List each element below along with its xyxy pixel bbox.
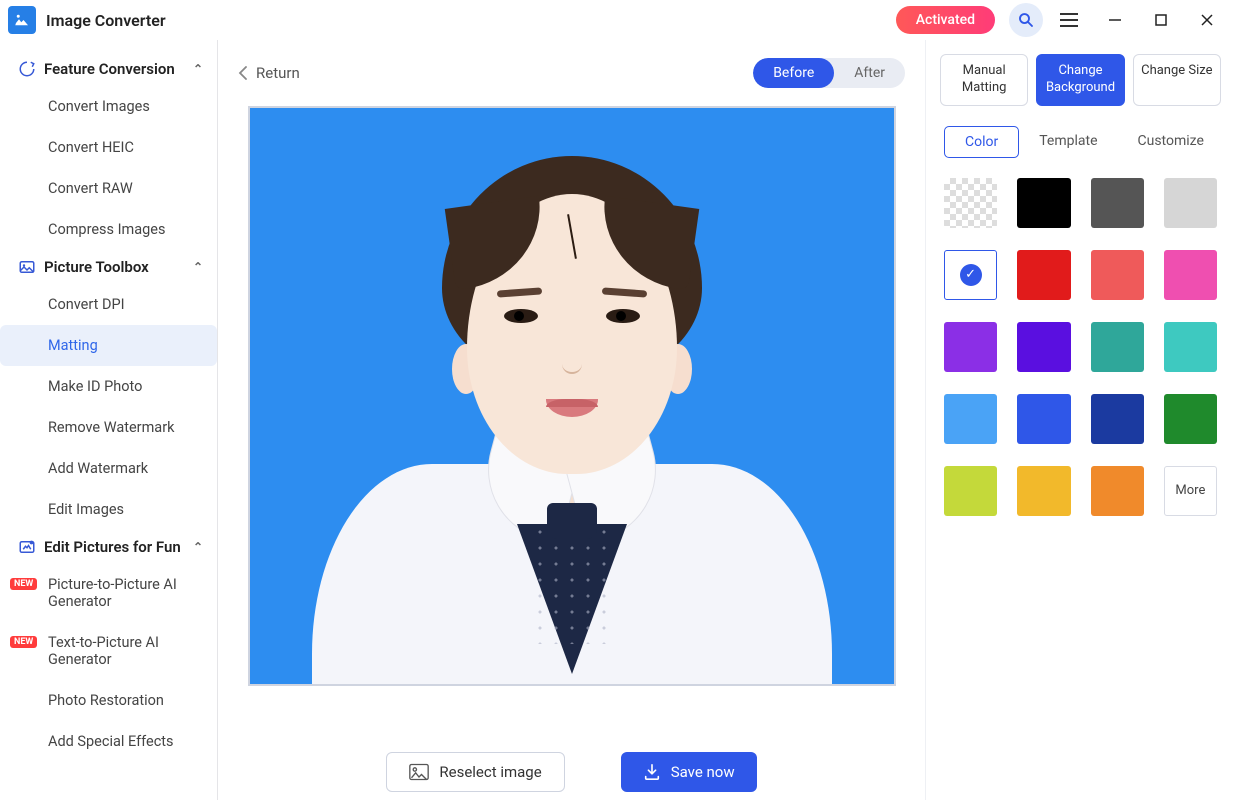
color-swatch[interactable]: [1091, 250, 1144, 300]
section-title: Feature Conversion: [44, 60, 175, 78]
sidebar-item[interactable]: Convert Images: [0, 86, 217, 127]
toggle-before[interactable]: Before: [753, 58, 834, 88]
sidebar-item[interactable]: Compress Images: [0, 209, 217, 250]
sidebar-item[interactable]: Convert HEIC: [0, 127, 217, 168]
color-swatch[interactable]: [1017, 394, 1070, 444]
close-icon[interactable]: [1187, 0, 1227, 40]
color-swatch[interactable]: [944, 394, 997, 444]
check-icon: ✓: [960, 264, 982, 286]
new-badge: NEW: [10, 578, 37, 590]
section-header[interactable]: Feature Conversion ⌃: [0, 52, 217, 86]
sidebar-item-label: Compress Images: [48, 221, 165, 238]
sidebar-item[interactable]: Add Watermark: [0, 448, 217, 489]
sidebar-item-label: Convert DPI: [48, 296, 125, 313]
activated-badge: Activated: [896, 6, 995, 34]
maximize-icon[interactable]: [1141, 0, 1181, 40]
color-swatch[interactable]: [1164, 322, 1217, 372]
section-icon: [18, 60, 36, 78]
section-header[interactable]: Edit Pictures for Fun ⌃: [0, 530, 217, 564]
sidebar-item[interactable]: NEW Text-to-Picture AI Generator: [0, 622, 217, 680]
sidebar-item-label: Edit Images: [48, 501, 124, 518]
sidebar-item-label: Remove Watermark: [48, 419, 174, 436]
color-swatch[interactable]: [1164, 178, 1217, 228]
new-badge: NEW: [10, 636, 37, 648]
chevron-up-icon: ⌃: [193, 62, 203, 76]
color-swatch[interactable]: [1091, 466, 1144, 516]
panel-tab[interactable]: Template: [1019, 126, 1117, 158]
color-swatch[interactable]: [1164, 394, 1217, 444]
panel-action-button[interactable]: Manual Matting: [940, 54, 1028, 106]
color-swatch[interactable]: [1091, 322, 1144, 372]
sidebar-item-label: Text-to-Picture AI Generator: [48, 634, 159, 668]
color-swatch[interactable]: [1017, 322, 1070, 372]
reselect-image-button[interactable]: Reselect image: [386, 752, 564, 792]
sidebar-item-label: Convert HEIC: [48, 139, 134, 156]
sidebar-item[interactable]: Remove Watermark: [0, 407, 217, 448]
return-label: Return: [256, 64, 300, 82]
app-title: Image Converter: [46, 11, 166, 30]
sidebar-item[interactable]: Make ID Photo: [0, 366, 217, 407]
sidebar-item[interactable]: Convert DPI: [0, 284, 217, 325]
panel-tab[interactable]: Customize: [1118, 126, 1224, 158]
minimize-icon[interactable]: [1095, 0, 1135, 40]
panel-action-button[interactable]: Change Background: [1036, 54, 1124, 106]
sidebar-item-label: Add Special Effects: [48, 733, 174, 750]
color-swatch[interactable]: [944, 322, 997, 372]
color-swatch[interactable]: [1091, 178, 1144, 228]
sidebar-item-label: Convert Images: [48, 98, 150, 115]
sidebar-item[interactable]: Edit Images: [0, 489, 217, 530]
section-icon: [18, 538, 36, 556]
sidebar-item[interactable]: Photo Restoration: [0, 680, 217, 721]
sidebar-item[interactable]: Convert RAW: [0, 168, 217, 209]
section-header[interactable]: Picture Toolbox ⌃: [0, 250, 217, 284]
chevron-up-icon: ⌃: [193, 260, 203, 274]
menu-icon[interactable]: [1049, 0, 1089, 40]
sidebar-item-label: Photo Restoration: [48, 692, 164, 709]
titlebar: Image Converter Activated: [0, 0, 1235, 40]
sidebar-item-label: Make ID Photo: [48, 378, 142, 395]
chevron-up-icon: ⌃: [193, 540, 203, 554]
sidebar-item[interactable]: Matting: [0, 325, 217, 366]
sidebar-item-label: Add Watermark: [48, 460, 148, 477]
chevron-left-icon: [238, 66, 248, 80]
color-swatch[interactable]: ✓: [944, 250, 997, 300]
sidebar-item-label: Picture-to-Picture AI Generator: [48, 576, 177, 610]
color-swatch[interactable]: [1091, 394, 1144, 444]
before-after-toggle: Before After: [753, 58, 905, 88]
search-icon[interactable]: [1009, 3, 1043, 37]
app-logo: [8, 6, 36, 34]
right-panel: Manual MattingChange BackgroundChange Si…: [925, 40, 1235, 800]
section-title: Edit Pictures for Fun: [44, 538, 181, 556]
color-swatch[interactable]: [944, 466, 997, 516]
image-canvas[interactable]: [248, 106, 896, 686]
download-icon: [643, 763, 661, 781]
color-swatch[interactable]: [1017, 178, 1070, 228]
sidebar-item-label: Matting: [48, 337, 98, 354]
section-icon: [18, 258, 36, 276]
section-title: Picture Toolbox: [44, 258, 149, 276]
color-swatch[interactable]: [1164, 250, 1217, 300]
toggle-after[interactable]: After: [834, 58, 905, 88]
sidebar-item[interactable]: NEW Picture-to-Picture AI Generator: [0, 564, 217, 622]
sidebar: Feature Conversion ⌃ Convert Images Convert…: [0, 40, 218, 800]
panel-tab[interactable]: Color: [944, 126, 1019, 158]
sidebar-item-label: Convert RAW: [48, 180, 133, 197]
return-button[interactable]: Return: [238, 64, 300, 82]
editor-area: Return Before After: [218, 40, 925, 800]
image-icon: [409, 763, 429, 781]
color-swatch[interactable]: [1017, 466, 1070, 516]
save-now-button[interactable]: Save now: [621, 752, 757, 792]
more-colors-button[interactable]: More: [1164, 466, 1217, 516]
color-swatch[interactable]: [1017, 250, 1070, 300]
portrait-image: [312, 124, 832, 684]
panel-action-button[interactable]: Change Size: [1133, 54, 1221, 106]
sidebar-item[interactable]: Add Special Effects: [0, 721, 217, 762]
color-swatch[interactable]: [944, 178, 997, 228]
